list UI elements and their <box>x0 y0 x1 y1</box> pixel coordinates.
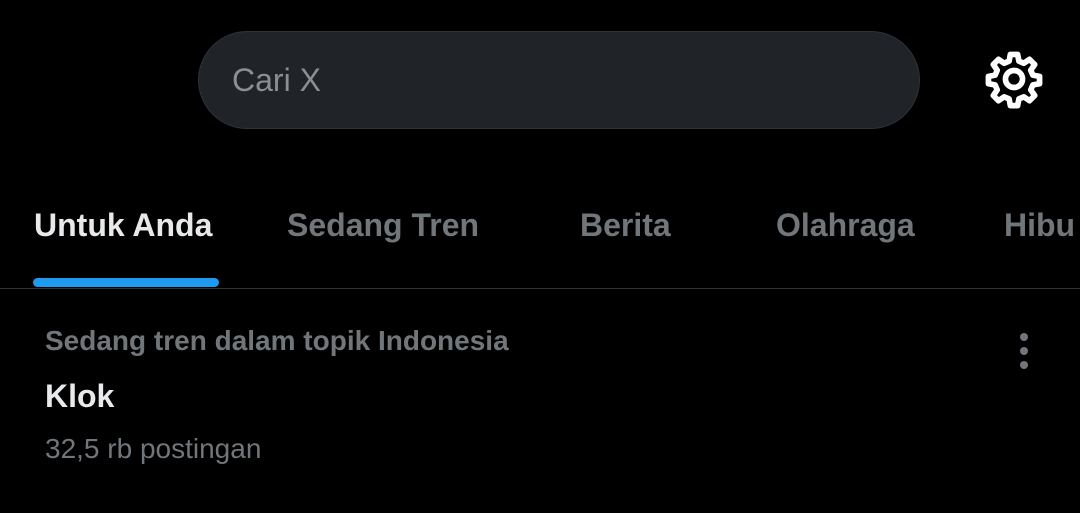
tab-label: Untuk Anda <box>34 207 213 243</box>
search-bar[interactable] <box>198 31 920 129</box>
tab-label: Olahraga <box>776 207 915 243</box>
trend-title: Klok <box>45 378 115 414</box>
tab-untuk-anda[interactable]: Untuk Anda <box>34 188 212 288</box>
trend-post-count: 32,5 rb postingan <box>45 433 262 464</box>
tab-berita[interactable]: Berita <box>580 188 671 288</box>
tab-olahraga[interactable]: Olahraga <box>776 188 915 288</box>
active-tab-indicator <box>33 278 219 287</box>
tab-hiburan[interactable]: Hibu <box>1004 188 1075 288</box>
gear-icon[interactable] <box>983 48 1045 110</box>
tab-label: Berita <box>580 207 671 243</box>
tab-label: Sedang Tren <box>287 207 480 243</box>
more-vertical-icon[interactable] <box>1004 329 1044 373</box>
tab-sedang-tren[interactable]: Sedang Tren <box>287 188 479 288</box>
search-input[interactable] <box>232 61 872 99</box>
trend-context: Sedang tren dalam topik Indonesia <box>45 325 509 356</box>
trend-item[interactable]: Sedang tren dalam topik Indonesia Klok 3… <box>0 289 1080 513</box>
tab-bar: Untuk Anda Sedang Tren Berita Olahraga H… <box>0 188 1080 288</box>
tab-label: Hibu <box>1004 207 1076 243</box>
